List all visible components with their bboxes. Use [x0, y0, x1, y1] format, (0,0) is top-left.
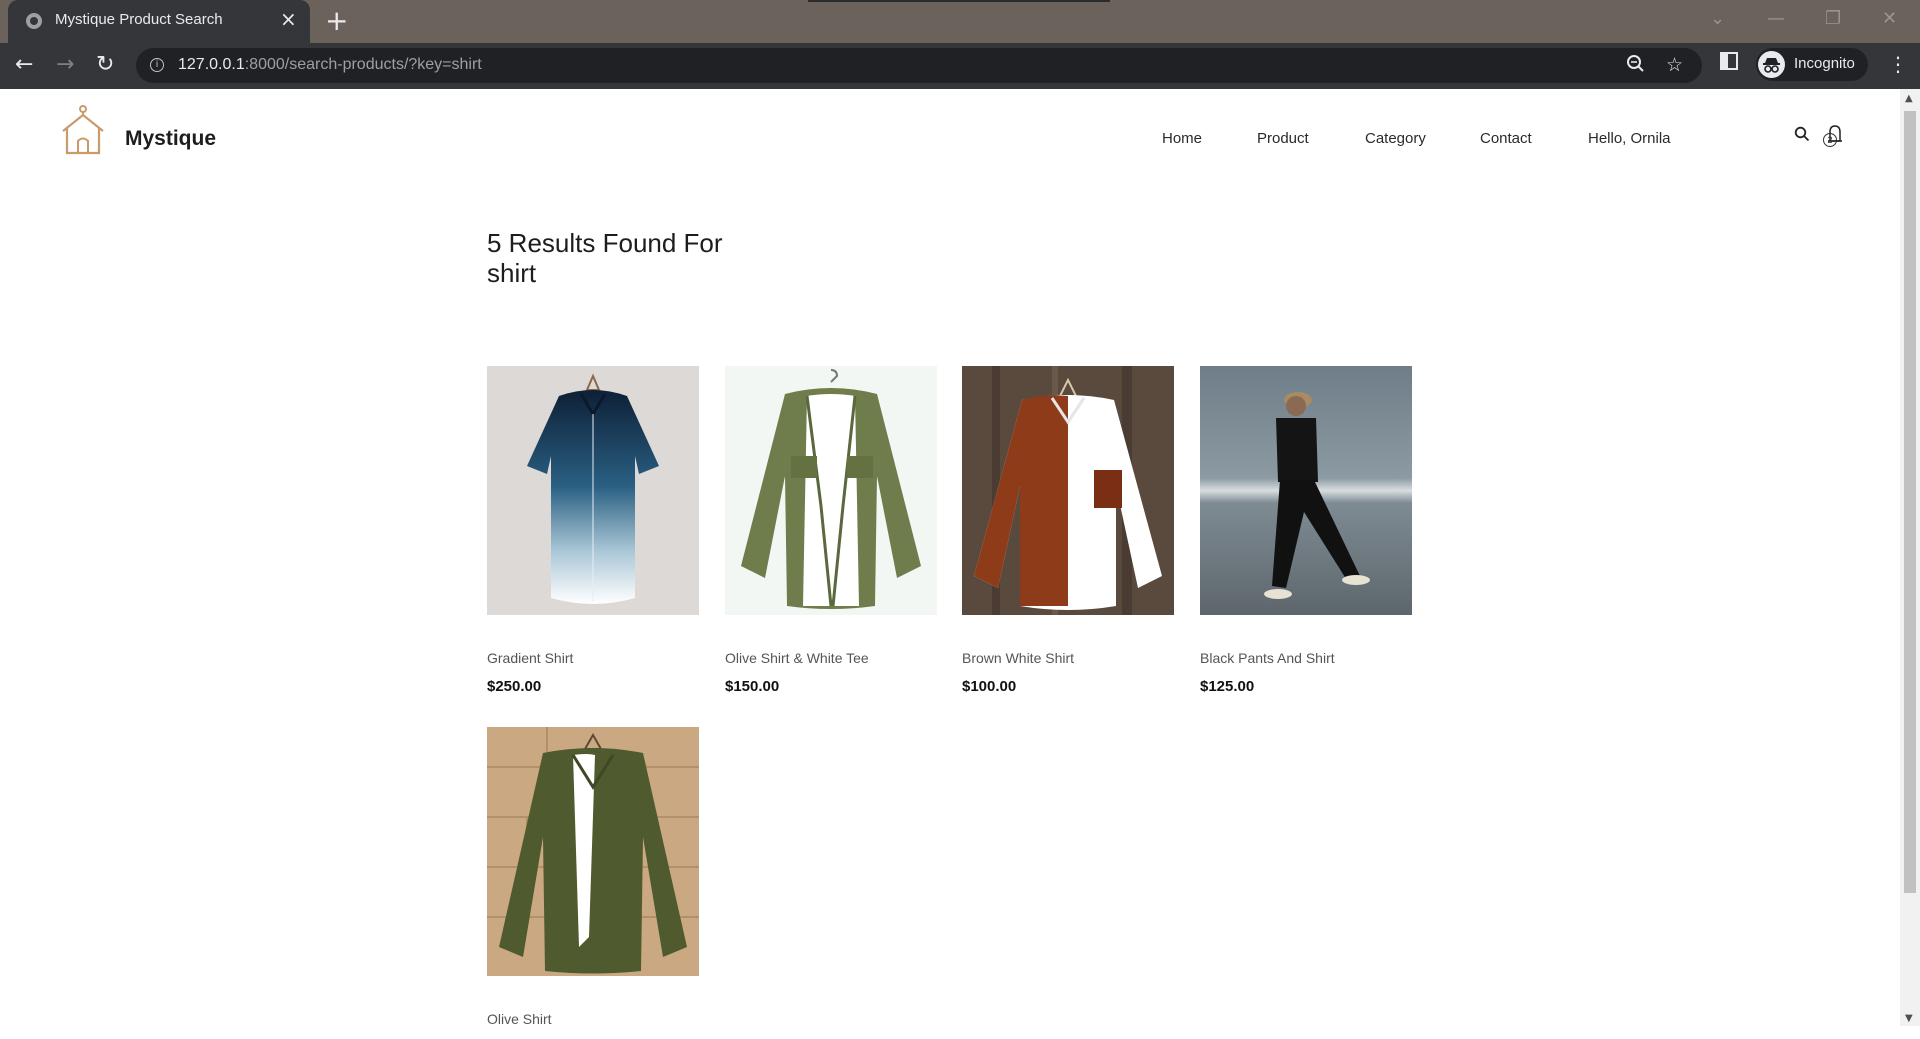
product-name[interactable]: Gradient Shirt — [487, 650, 699, 666]
tab-strip: Mystique Product Search × + ⌄ — ❐ ✕ — [0, 0, 1920, 43]
brand-name[interactable]: Mystique — [125, 127, 216, 151]
product-price: $150.00 — [725, 678, 780, 695]
product-image-olive-shirt[interactable] — [487, 727, 699, 976]
product-card[interactable]: Gradient Shirt $250.00 — [487, 366, 699, 695]
product-name[interactable]: Olive Shirt & White Tee — [725, 650, 937, 666]
search-icon[interactable] — [1794, 126, 1810, 146]
scroll-down-arrow-icon[interactable]: ▼ — [1905, 1013, 1913, 1024]
nav-contact[interactable]: Contact — [1480, 130, 1532, 147]
close-tab-icon[interactable]: × — [280, 9, 297, 29]
product-price: $250.00 — [487, 678, 542, 695]
cart-bag-icon[interactable] — [1826, 123, 1844, 147]
results-search-term: shirt — [487, 258, 537, 288]
tab-strip-edge — [808, 0, 1110, 2]
product-image-olive-shirt-white-tee[interactable] — [725, 366, 937, 615]
bookmark-star-icon[interactable]: ☆ — [1666, 54, 1683, 76]
browser-tab[interactable]: Mystique Product Search × — [8, 0, 310, 43]
product-name[interactable]: Black Pants And Shirt — [1200, 650, 1412, 666]
product-name[interactable]: Brown White Shirt — [962, 650, 1174, 666]
nav-category[interactable]: Category — [1365, 130, 1426, 147]
product-card[interactable]: Brown White Shirt $100.00 — [962, 366, 1174, 695]
browser-toolbar: ← → ↻ i 127.0.0.1:8000/search-products/?… — [0, 43, 1920, 89]
product-image-black-pants-and-shirt[interactable] — [1200, 366, 1412, 615]
results-heading-line1: 5 Results Found For — [487, 228, 723, 258]
product-card[interactable]: Black Pants And Shirt $125.00 — [1200, 366, 1412, 695]
nav-home[interactable]: Home — [1162, 130, 1202, 147]
product-image-brown-white-shirt[interactable] — [962, 366, 1174, 615]
tab-search-icon[interactable]: ⌄ — [1710, 8, 1725, 29]
url-text[interactable]: 127.0.0.1:8000/search-products/?key=shir… — [178, 56, 482, 74]
site-info-icon[interactable]: i — [150, 58, 164, 72]
page: Mystique Home Product Category Contact H… — [0, 89, 1900, 1027]
new-tab-icon[interactable]: + — [325, 6, 348, 36]
globe-icon — [26, 13, 42, 29]
back-icon[interactable]: ← — [15, 53, 33, 77]
incognito-label: Incognito — [1794, 55, 1855, 72]
zoom-icon[interactable] — [1626, 54, 1645, 78]
scroll-up-arrow-icon[interactable]: ▲ — [1905, 93, 1913, 104]
close-window-icon[interactable]: ✕ — [1882, 8, 1897, 29]
house-hanger-logo-icon[interactable] — [60, 105, 106, 159]
scrollbar-thumb[interactable] — [1904, 111, 1916, 893]
incognito-indicator[interactable]: Incognito — [1756, 48, 1868, 81]
tab-title: Mystique Product Search — [55, 11, 223, 28]
nav-product[interactable]: Product — [1257, 130, 1309, 147]
product-card[interactable]: Olive Shirt — [487, 727, 699, 1039]
minimize-icon[interactable]: — — [1767, 8, 1785, 29]
results-heading: 5 Results Found For shirt — [487, 228, 787, 288]
product-price: $125.00 — [1200, 678, 1255, 695]
browser-menu-icon[interactable]: ⋮ — [1888, 52, 1908, 76]
page-scrollbar[interactable]: ▲ ▼ — [1900, 89, 1920, 1026]
forward-icon[interactable]: → — [56, 53, 74, 77]
product-name[interactable]: Olive Shirt — [487, 1011, 699, 1027]
address-bar[interactable]: i 127.0.0.1:8000/search-products/?key=sh… — [136, 48, 1702, 83]
restore-icon[interactable]: ❐ — [1825, 8, 1841, 29]
nav-user-greeting[interactable]: Hello, Ornila — [1588, 130, 1671, 147]
incognito-icon — [1758, 51, 1785, 78]
reload-icon[interactable]: ↻ — [96, 53, 114, 77]
product-image-gradient-shirt[interactable] — [487, 366, 699, 615]
product-price: $100.00 — [962, 678, 1017, 695]
product-card[interactable]: Olive Shirt & White Tee $150.00 — [725, 366, 937, 695]
side-panel-icon[interactable] — [1720, 52, 1738, 76]
